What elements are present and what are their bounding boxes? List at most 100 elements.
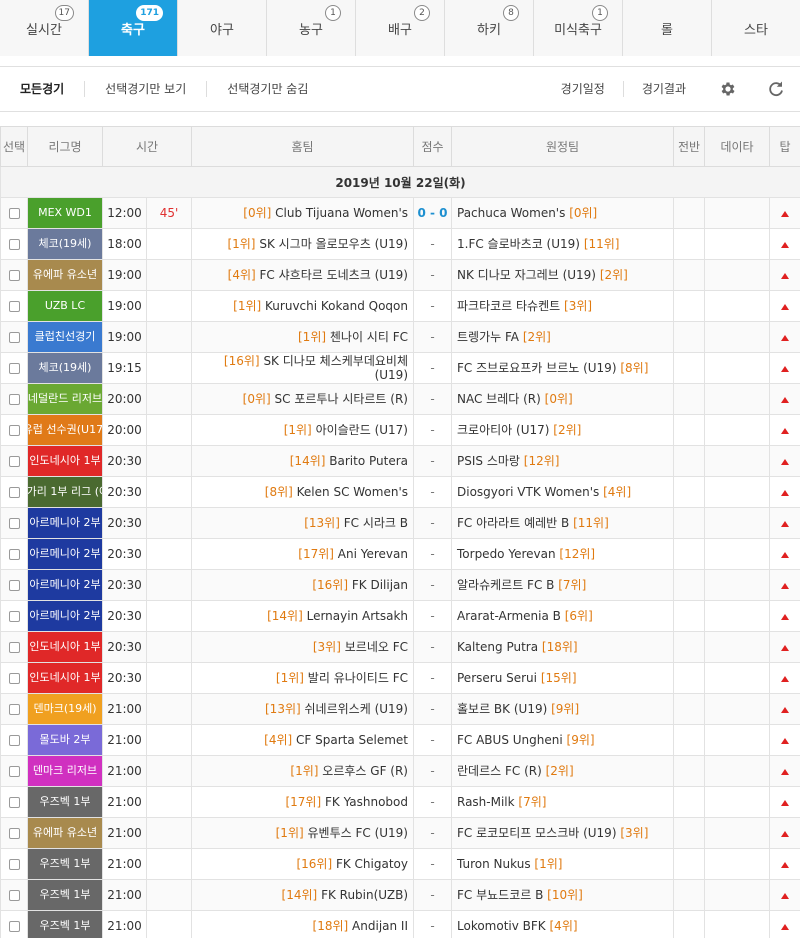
data-cell[interactable] [704, 600, 770, 632]
tab-sport[interactable]: 미식축구 1 [534, 0, 623, 56]
match-row[interactable]: 우즈벡 1부 21:00 [14위] FK Rubin(UZB) - FC 부뇨드코르 … [0, 879, 800, 911]
home-team-cell[interactable]: [1위] Kuruvchi Kokand Qoqon [191, 290, 414, 322]
show-selected-link[interactable]: 선택경기만 보기 [84, 81, 206, 97]
hide-selected-link[interactable]: 선택경기만 숨김 [206, 81, 328, 97]
away-team-cell[interactable]: FC 로코모티프 모스크바 (U19) [3위] [451, 817, 674, 849]
tip-cell[interactable] [769, 476, 800, 508]
away-team-cell[interactable]: Rash-Milk [7위] [451, 786, 674, 818]
select-checkbox[interactable] [8, 518, 20, 529]
data-cell[interactable] [704, 228, 770, 260]
data-cell[interactable] [704, 476, 770, 508]
data-cell[interactable] [704, 817, 770, 849]
away-team-cell[interactable]: Lokomotiv BFK [4위] [451, 910, 674, 938]
tab-sport[interactable]: 스타 [712, 0, 800, 56]
league-badge[interactable]: 체코(19세) [28, 229, 102, 259]
away-team-cell[interactable]: 홀보르 BK (U19) [9위] [451, 693, 674, 725]
select-checkbox[interactable] [8, 735, 20, 746]
select-checkbox[interactable] [8, 580, 20, 591]
league-badge[interactable]: 아르메니아 2부 [28, 539, 102, 569]
select-checkbox[interactable] [8, 859, 20, 870]
select-checkbox[interactable] [8, 921, 20, 932]
league-badge[interactable]: 우즈벡 1부 [28, 911, 102, 938]
tip-cell[interactable] [769, 414, 800, 446]
match-row[interactable]: 아르메니아 2부 20:30 [14위] Lernayin Artsakh - Arar… [0, 600, 800, 632]
select-checkbox[interactable] [8, 394, 20, 405]
away-team-cell[interactable]: NAC 브레다 (R) [0위] [451, 383, 674, 415]
league-badge[interactable]: 덴마크 리저브 [28, 756, 102, 786]
away-team-cell[interactable]: 파크타코르 타슈켄트 [3위] [451, 290, 674, 322]
match-row[interactable]: 덴마크(19세) 21:00 [13위] 쉬네르위스케 (U19) - 홀보르 BK (… [0, 693, 800, 725]
select-checkbox[interactable] [8, 270, 20, 281]
tab-sport[interactable]: 실시간 17 [0, 0, 89, 56]
tip-cell[interactable] [769, 755, 800, 787]
tip-cell[interactable] [769, 228, 800, 260]
away-team-cell[interactable]: 크로아티아 (U17) [2위] [451, 414, 674, 446]
match-row[interactable]: 인도네시아 1부 20:30 [3위] 보르네오 FC - Kalteng Putra … [0, 631, 800, 663]
away-team-cell[interactable]: Diosgyori VTK Women's [4위] [451, 476, 674, 508]
schedule-link[interactable]: 경기일정 [543, 81, 623, 97]
league-badge[interactable]: 인도네시아 1부 [28, 632, 102, 662]
league-badge[interactable]: 아르메니아 2부 [28, 601, 102, 631]
away-team-cell[interactable]: Torpedo Yerevan [12위] [451, 538, 674, 570]
tip-cell[interactable] [769, 879, 800, 911]
home-team-cell[interactable]: [0위] Club Tijuana Women's [191, 197, 414, 229]
match-row[interactable]: 몰도바 2부 21:00 [4위] CF Sparta Selemet - FC ABU… [0, 724, 800, 756]
match-row[interactable]: 우즈벡 1부 21:00 [16위] FK Chigatoy - Turon Nukus… [0, 848, 800, 880]
select-checkbox[interactable] [8, 363, 20, 374]
data-cell[interactable] [704, 321, 770, 353]
data-cell[interactable] [704, 197, 770, 229]
league-badge[interactable]: 네덜란드 리저브 [28, 384, 102, 414]
league-badge[interactable]: 덴마크(19세) [28, 694, 102, 724]
away-team-cell[interactable]: Perseru Serui [15위] [451, 662, 674, 694]
tip-cell[interactable] [769, 724, 800, 756]
home-team-cell[interactable]: [17위] FK Yashnobod [191, 786, 414, 818]
match-row[interactable]: UZB LC 19:00 [1위] Kuruvchi Kokand Qoqon - 파크… [0, 290, 800, 322]
home-team-cell[interactable]: [18위] Andijan II [191, 910, 414, 938]
select-checkbox[interactable] [8, 332, 20, 343]
away-team-cell[interactable]: 란데르스 FC (R) [2위] [451, 755, 674, 787]
select-checkbox[interactable] [8, 487, 20, 498]
match-row[interactable]: MEX WD1 12:00 45' [0위] Club Tijuana Women's… [0, 197, 800, 229]
away-team-cell[interactable]: NK 디나모 자그레브 (U19) [2위] [451, 259, 674, 291]
select-checkbox[interactable] [8, 425, 20, 436]
home-team-cell[interactable]: [13위] 쉬네르위스케 (U19) [191, 693, 414, 725]
select-checkbox[interactable] [8, 642, 20, 653]
league-badge[interactable]: 인도네시아 1부 [28, 663, 102, 693]
match-row[interactable]: 유럽 선수권(U17)20:00 [1위] 아이슬란드 (U17)-크로아티아 (… [0, 414, 800, 446]
league-badge[interactable]: 유에파 유소년 [28, 818, 102, 848]
home-team-cell[interactable]: [14위] Lernayin Artsakh [191, 600, 414, 632]
league-badge[interactable]: 클럽친선경기 [28, 322, 102, 352]
tip-cell[interactable] [769, 383, 800, 415]
data-cell[interactable] [704, 414, 770, 446]
away-team-cell[interactable]: FC ABUS Ungheni [9위] [451, 724, 674, 756]
data-cell[interactable] [704, 538, 770, 570]
league-badge[interactable]: 체코(19세) [28, 353, 102, 383]
data-cell[interactable] [704, 259, 770, 291]
data-cell[interactable] [704, 879, 770, 911]
away-team-cell[interactable]: PSIS 스마랑 [12위] [451, 445, 674, 477]
data-cell[interactable] [704, 631, 770, 663]
match-row[interactable]: 아르메니아 2부 20:30 [13위] FC 시라크 B - FC 아라라트 예레반 … [0, 507, 800, 539]
tip-cell[interactable] [769, 817, 800, 849]
league-badge[interactable]: 몰도바 2부 [28, 725, 102, 755]
data-cell[interactable] [704, 848, 770, 880]
select-checkbox[interactable] [8, 611, 20, 622]
match-row[interactable]: 네덜란드 리저브 20:00 [0위] SC 포르투나 시타르트 (R) - NAC 브… [0, 383, 800, 415]
home-team-cell[interactable]: [4위] FC 샤흐타르 도네츠크 (U19) [191, 259, 414, 291]
match-row[interactable]: 유에파 유소년 19:00 [4위] FC 샤흐타르 도네츠크 (U19) - NK 디… [0, 259, 800, 291]
tip-cell[interactable] [769, 290, 800, 322]
away-team-cell[interactable]: FC 즈브로요프카 브르노 (U19) [8위] [451, 352, 674, 384]
away-team-cell[interactable]: 1.FC 슬로바츠코 (U19) [11위] [451, 228, 674, 260]
select-checkbox[interactable] [8, 797, 20, 808]
home-team-cell[interactable]: [14위] Barito Putera [191, 445, 414, 477]
league-badge[interactable]: 유에파 유소년 [28, 260, 102, 290]
away-team-cell[interactable]: FC 아라라트 예레반 B [11위] [451, 507, 674, 539]
home-team-cell[interactable]: [16위] FK Dilijan [191, 569, 414, 601]
league-badge[interactable]: 우즈벡 1부 [28, 880, 102, 910]
match-row[interactable]: 유에파 유소년 21:00 [1위] 유벤투스 FC (U19) - FC 로코모티프 … [0, 817, 800, 849]
select-checkbox[interactable] [8, 301, 20, 312]
match-row[interactable]: 아르메니아 2부 20:30 [16위] FK Dilijan - 알라슈케르트 FC … [0, 569, 800, 601]
away-team-cell[interactable]: FC 부뇨드코르 B [10위] [451, 879, 674, 911]
league-badge[interactable]: 헝가리 1부 리그 (여) [28, 477, 102, 507]
data-cell[interactable] [704, 910, 770, 938]
